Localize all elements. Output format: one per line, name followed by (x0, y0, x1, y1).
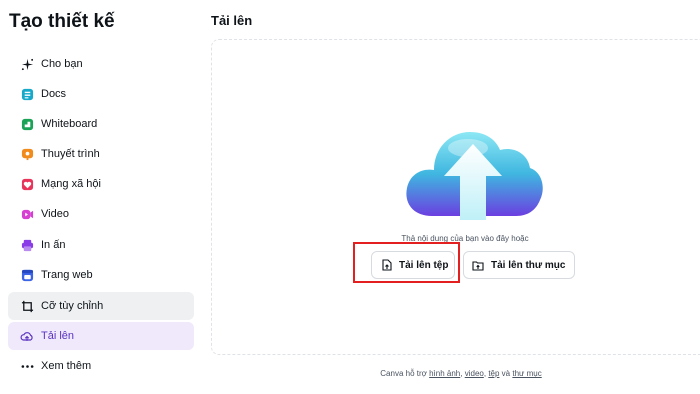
page-title: Tải lên (211, 13, 253, 28)
link-images[interactable]: hình ảnh (429, 369, 460, 378)
sidebar-item-label: Cỡ tùy chỉnh (41, 300, 104, 312)
sidebar-item-label: Docs (41, 88, 67, 100)
sidebar-item-label: Whiteboard (41, 118, 98, 130)
drop-hint: Thả nội dung của bạn vào đây hoặc (401, 234, 529, 243)
upload-file-button[interactable]: Tải lên tệp (371, 251, 455, 279)
sidebar-item-label: Video (41, 208, 69, 220)
sidebar-item-label: Tải lên (41, 330, 75, 342)
sidebar-item-label: Xem thêm (41, 360, 92, 372)
sidebar-item-label: Cho bạn (41, 58, 83, 70)
link-video[interactable]: video (465, 369, 484, 378)
more-icon (20, 359, 34, 373)
sidebar-item-mang-xa-hoi[interactable]: Mạng xã hội (8, 170, 194, 198)
footer-sep1: , (460, 369, 463, 378)
sidebar-item-whiteboard[interactable]: Whiteboard (8, 110, 194, 138)
sidebar-item-trang-web[interactable]: Trang web (8, 261, 194, 289)
sidebar-item-xem-them[interactable]: Xem thêm (8, 352, 194, 380)
sidebar-item-tai-len[interactable]: Tải lên (8, 322, 194, 350)
whiteboard-icon (20, 117, 34, 131)
sidebar-item-label: Mạng xã hội (41, 178, 101, 190)
presentation-icon (20, 147, 34, 161)
folder-upload-icon (472, 259, 484, 271)
web-icon (20, 268, 34, 282)
upload-file-label: Tải lên tệp (399, 259, 449, 271)
heart-icon (20, 177, 34, 191)
sidebar-item-label: In ấn (41, 239, 66, 251)
file-upload-icon (380, 259, 392, 271)
crop-icon (20, 299, 34, 313)
sidebar-item-thuyet-trinh[interactable]: Thuyết trình (8, 140, 194, 168)
sidebar-item-co-tuy-chinh[interactable]: Cỡ tùy chỉnh (8, 292, 194, 320)
cloud-upload-icon (20, 329, 34, 343)
app-title: Tạo thiết kế (9, 11, 115, 32)
link-files[interactable]: tệp (488, 369, 499, 378)
printer-icon (20, 238, 34, 252)
sidebar: Tạo thiết kế Cho bạn Docs Whiteboard Thu… (0, 0, 204, 394)
sidebar-item-video[interactable]: Video (8, 200, 194, 228)
cloud-upload-illustration-icon (402, 118, 544, 226)
docs-icon (20, 87, 34, 101)
upload-folder-label: Tải lên thư mục (491, 259, 566, 271)
supported-formats-note: Canva hỗ trợ hình ảnh, video, tệp và thư… (211, 369, 700, 378)
footer-sep2: , (483, 369, 487, 378)
footer-and: và (501, 369, 511, 378)
sidebar-item-label: Trang web (41, 269, 93, 281)
video-icon (20, 207, 34, 221)
link-folders[interactable]: thư mục (512, 369, 541, 378)
upload-folder-button[interactable]: Tải lên thư mục (463, 251, 575, 279)
sidebar-item-in-an[interactable]: In ấn (8, 231, 194, 259)
sidebar-item-docs[interactable]: Docs (8, 80, 194, 108)
footer-prefix: Canva hỗ trợ (380, 369, 427, 378)
sparkle-icon (20, 57, 34, 71)
sidebar-item-label: Thuyết trình (41, 148, 100, 160)
sidebar-item-cho-ban[interactable]: Cho bạn (8, 50, 194, 78)
